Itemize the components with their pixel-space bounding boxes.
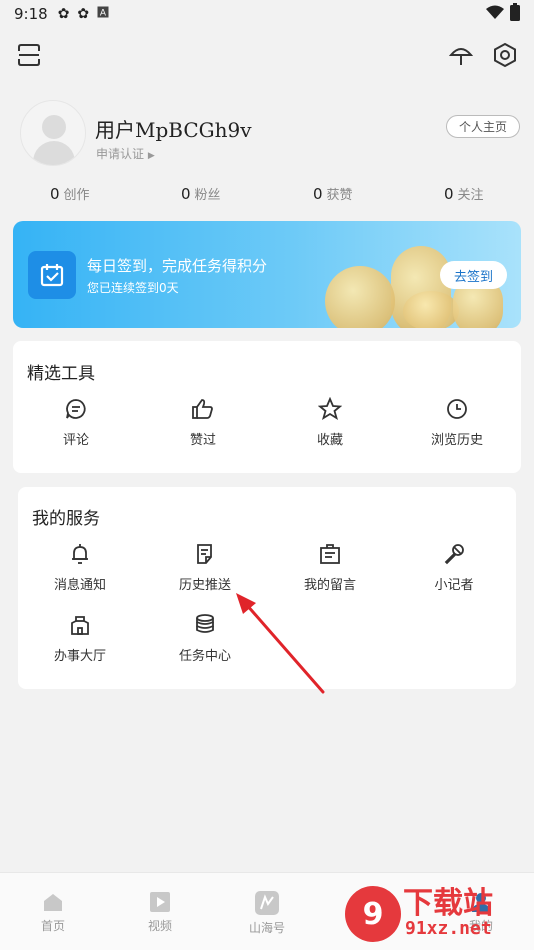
top-bar <box>0 38 534 74</box>
watermark-mark: 9 <box>345 886 401 942</box>
tool-browse-history[interactable]: 浏览历史 <box>407 397 507 448</box>
microphone-icon <box>444 544 464 565</box>
daily-checkin-banner[interactable]: 每日签到，完成任务得积分 您已连续签到0天 去签到 <box>13 221 521 328</box>
comment-icon <box>66 399 86 419</box>
stat-fans[interactable]: 0 粉丝 <box>181 184 221 203</box>
bell-icon <box>72 544 88 564</box>
checkin-button[interactable]: 去签到 <box>439 261 507 289</box>
tab-shanhai[interactable]: 山海号 <box>227 891 307 936</box>
building-icon <box>71 616 89 635</box>
message-board-icon <box>320 544 340 564</box>
featured-tools-title: 精选工具 <box>27 364 95 384</box>
play-icon <box>150 892 170 912</box>
thumbs-up-icon <box>192 399 213 419</box>
bottom-tab-bar: 首页 视频 山海号 服务 我的 9 下载站 91xz.net <box>0 872 534 950</box>
settings-gear-icon: ✿ <box>77 6 90 22</box>
stats-row: 0 创作 0 粉丝 0 获赞 0 关注 <box>0 184 534 206</box>
my-services-title: 我的服务 <box>32 509 100 529</box>
stat-likes-received[interactable]: 0 获赞 <box>313 184 353 203</box>
wifi-icon <box>486 5 504 23</box>
home-icon <box>44 894 62 911</box>
tool-comments[interactable]: 评论 <box>26 397 126 448</box>
avatar[interactable] <box>20 100 86 166</box>
service-affairs-hall[interactable]: 办事大厅 <box>30 613 130 664</box>
service-my-messages[interactable]: 我的留言 <box>280 542 380 593</box>
settings-gear-icon: ✿ <box>57 6 70 22</box>
umbrella-icon[interactable] <box>444 38 478 72</box>
stat-creations[interactable]: 0 创作 <box>50 184 90 203</box>
watermark-logo: 9 下载站 91xz.net <box>345 878 530 948</box>
personal-homepage-button[interactable]: 个人主页 <box>445 115 520 138</box>
profile-section: 用户MpBCGh9v 申请认证 ▶ 个人主页 <box>20 100 520 170</box>
coins-stack-icon <box>196 614 214 633</box>
a-box-icon: A <box>97 6 109 22</box>
scan-icon[interactable] <box>12 38 46 72</box>
svg-text:A: A <box>100 9 107 19</box>
tab-video[interactable]: 视频 <box>120 891 200 934</box>
clock-icon <box>447 399 467 419</box>
tab-home[interactable]: 首页 <box>13 891 93 934</box>
shanhai-icon <box>255 891 279 915</box>
calendar-check-icon <box>28 251 76 299</box>
featured-tools-card: 精选工具 评论 赞过 收藏 浏览历史 <box>13 341 521 473</box>
service-task-center[interactable]: 任务中心 <box>155 613 255 664</box>
settings-hexagon-icon[interactable] <box>488 38 522 72</box>
service-history-push[interactable]: 历史推送 <box>155 542 255 593</box>
banner-title: 每日签到，完成任务得积分 <box>87 257 268 275</box>
star-icon <box>318 397 342 420</box>
service-little-reporter[interactable]: 小记者 <box>404 542 504 593</box>
status-time: 9:18 <box>14 5 48 23</box>
watermark-text: 下载站 <box>403 886 493 921</box>
apply-verification-link[interactable]: 申请认证 ▶ <box>96 145 155 162</box>
caret-right-icon: ▶ <box>147 151 155 161</box>
my-services-card: 我的服务 消息通知 历史推送 我的留言 小记者 办事大厅 任务中心 <box>18 487 516 689</box>
banner-subtitle: 您已连续签到0天 <box>87 281 179 295</box>
tool-favorites[interactable]: 收藏 <box>280 397 380 448</box>
document-icon <box>197 544 212 564</box>
watermark-domain: 91xz.net <box>405 918 492 939</box>
service-notifications[interactable]: 消息通知 <box>30 542 130 593</box>
stat-following[interactable]: 0 关注 <box>444 184 484 203</box>
battery-icon <box>510 3 520 25</box>
username: 用户MpBCGh9v <box>95 118 252 142</box>
status-bar: 9:18 ✿ ✿ A <box>0 0 534 28</box>
tool-liked[interactable]: 赞过 <box>153 397 253 448</box>
